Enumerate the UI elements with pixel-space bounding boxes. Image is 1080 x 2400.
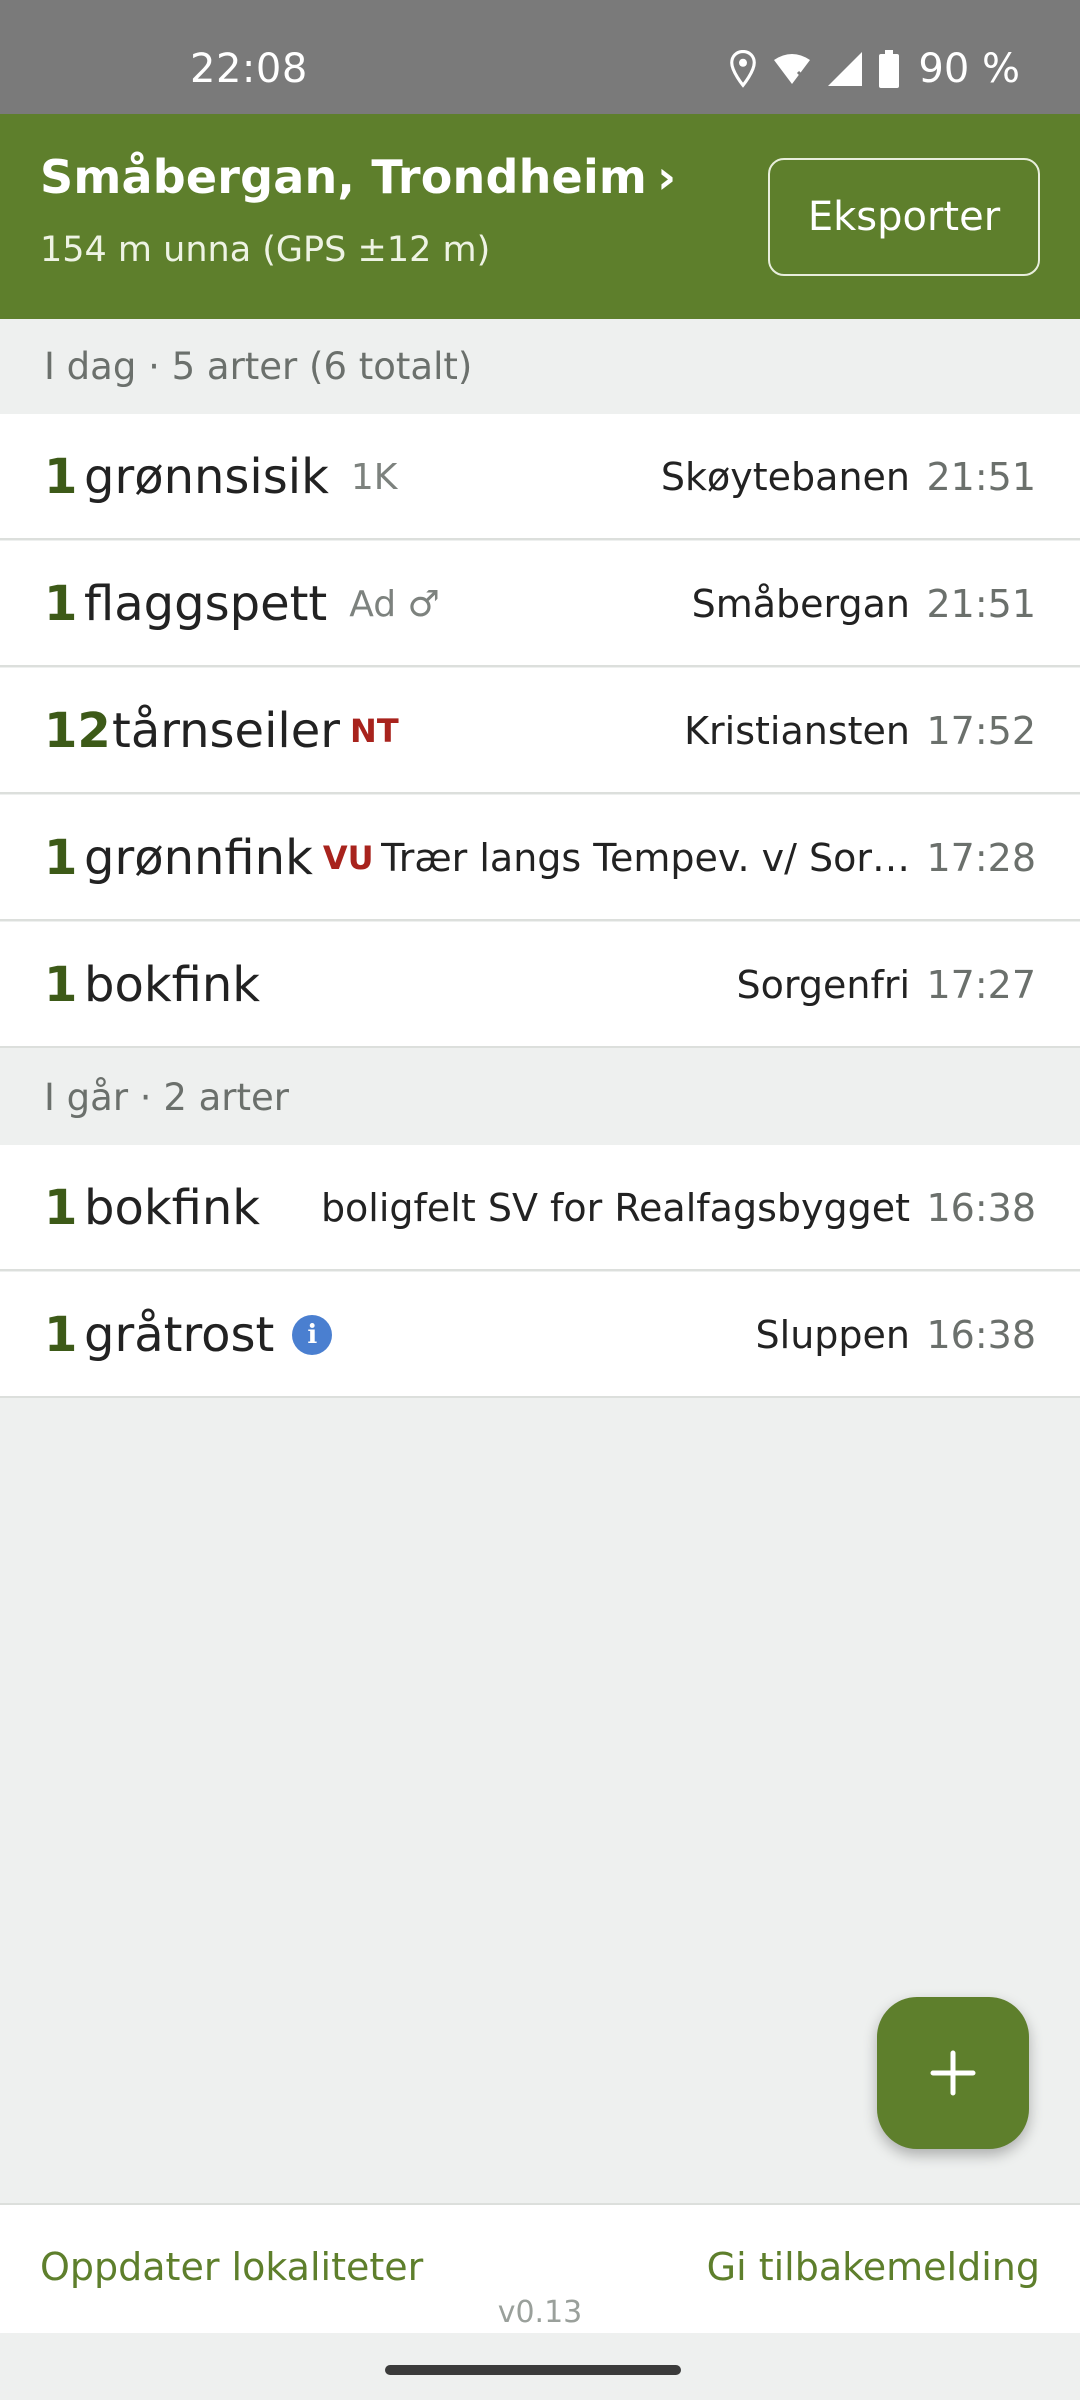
home-gesture-handle[interactable] — [385, 2365, 681, 2375]
age-tag: 1K — [350, 456, 398, 498]
observation-time: 16:38 — [926, 1313, 1036, 1357]
observation-time: 21:51 — [926, 455, 1036, 499]
observation-row[interactable]: 12 tårnseiler NT Kristiansten 17:52 — [0, 668, 1080, 794]
app-root: 22:08 90 % Småbergan, Trondheim › 154 m … — [0, 0, 1080, 2400]
observation-row[interactable]: 1 flaggspett Ad ♂ Småbergan 21:51 — [0, 541, 1080, 667]
wifi-icon — [774, 54, 811, 84]
observation-count: 1 — [44, 576, 78, 632]
species-name: bokfink — [84, 957, 261, 1013]
species-name-wrap: grønnsisik 1K — [84, 414, 397, 540]
observation-row[interactable]: 1 bokfink Sorgenfri 17:27 — [0, 922, 1080, 1048]
observation-count: 1 — [44, 1307, 78, 1363]
status-icons: 90 % — [728, 46, 1020, 92]
location-icon — [730, 50, 757, 88]
app-version: v0.13 — [497, 2295, 583, 2330]
observation-place: Sorgenfri — [736, 963, 910, 1007]
observation-count: 1 — [44, 830, 78, 886]
location-distance: 154 m unna (GPS ±12 m) — [40, 230, 491, 270]
species-name-wrap: gråtrost i — [84, 1272, 333, 1398]
redlist-badge: NT — [350, 712, 399, 750]
observation-time: 17:27 — [926, 963, 1036, 1007]
observation-count: 1 — [44, 449, 78, 505]
species-name-wrap: grønnfink VU — [84, 795, 374, 921]
plus-icon — [930, 2050, 976, 2096]
export-button[interactable]: Eksporter — [768, 158, 1040, 276]
observation-place: Sluppen — [755, 1313, 910, 1357]
section-header-yesterday: I går · 2 arter — [0, 1050, 1080, 1145]
update-localities-link[interactable]: Oppdater lokaliteter — [40, 2245, 423, 2289]
observation-time: 17:28 — [926, 836, 1036, 880]
status-time: 22:08 — [190, 46, 308, 92]
add-observation-button[interactable] — [877, 1997, 1029, 2149]
observation-time: 21:51 — [926, 582, 1036, 626]
observation-place: Skøytebanen — [660, 455, 910, 499]
species-name: grønnsisik — [84, 449, 329, 505]
species-name: tårnseiler — [112, 703, 341, 759]
location-name: Småbergan, Trondheim — [40, 150, 648, 204]
battery-percent: 90 % — [918, 46, 1020, 92]
chevron-right-icon: › — [657, 150, 677, 204]
species-name: flaggspett — [84, 576, 328, 632]
battery-icon — [879, 50, 900, 88]
info-icon[interactable]: i — [292, 1315, 333, 1355]
observation-place: Småbergan — [691, 582, 910, 626]
redlist-badge: VU — [322, 839, 374, 877]
observation-row[interactable]: 1 grønnfink VU Trær langs Tempev. v/ Sor… — [0, 795, 1080, 921]
feedback-link[interactable]: Gi tilbakemelding — [707, 2245, 1040, 2289]
system-nav-bar — [0, 2333, 1080, 2400]
observation-place: Trær langs Tempev. v/ Sor… — [381, 836, 910, 880]
species-name: grønnfink — [84, 830, 313, 886]
observation-row[interactable]: 1 bokfink boligfelt SV for Realfagsbygge… — [0, 1145, 1080, 1271]
signal-icon — [828, 52, 863, 86]
status-bar: 22:08 90 % — [0, 0, 1080, 114]
species-name-wrap: flaggspett Ad ♂ — [84, 541, 440, 667]
observation-time: 17:52 — [926, 709, 1036, 753]
location-selector[interactable]: Småbergan, Trondheim › — [40, 150, 676, 204]
species-name: bokfink — [84, 1180, 261, 1236]
observation-place: Kristiansten — [684, 709, 910, 753]
bottom-bar: Oppdater lokaliteter Gi tilbakemelding v… — [0, 2203, 1080, 2333]
species-name-wrap: tårnseiler NT — [112, 668, 399, 794]
observation-place: boligfelt SV for Realfagsbygget — [320, 1186, 910, 1230]
observation-row[interactable]: 1 gråtrost i Sluppen 16:38 — [0, 1272, 1080, 1398]
observation-count: 1 — [44, 1180, 78, 1236]
observation-time: 16:38 — [926, 1186, 1036, 1230]
age-sex-tag: Ad ♂ — [349, 583, 440, 625]
location-header: Småbergan, Trondheim › 154 m unna (GPS ±… — [0, 114, 1080, 319]
observation-row[interactable]: 1 grønnsisik 1K Skøytebanen 21:51 — [0, 414, 1080, 540]
observation-count: 12 — [44, 703, 111, 759]
species-name: gråtrost — [84, 1307, 275, 1363]
observation-count: 1 — [44, 957, 78, 1013]
section-header-today: I dag · 5 arter (6 totalt) — [0, 319, 1080, 414]
